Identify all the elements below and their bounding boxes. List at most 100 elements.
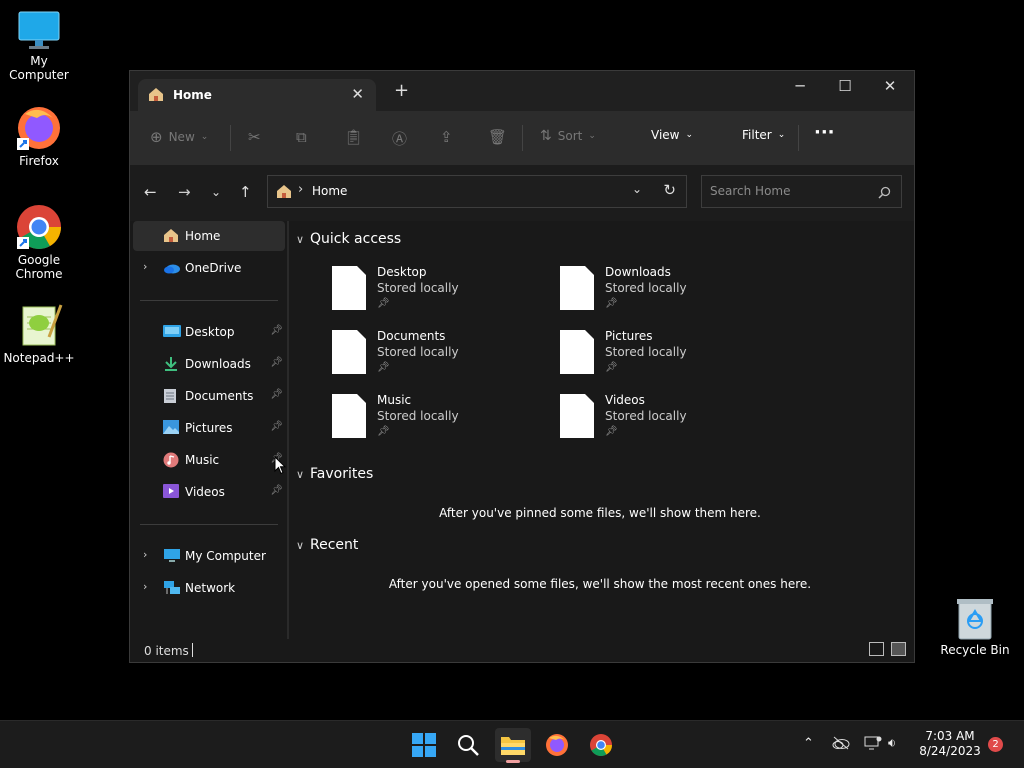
quick-access-item-desktop[interactable]: Desktop Stored locally 📌︎ — [331, 265, 531, 321]
command-bar: ⊕ New ⌄ ✂ ⧉ 📋︎ Ⓐ ⇪ 🗑︎ ⇅ Sort ⌄ View ⌄ Fi… — [130, 111, 914, 165]
filter-button[interactable]: Filter ⌄ — [742, 128, 785, 142]
sidebar-item-downloads[interactable]: Downloads 📌︎ — [133, 349, 285, 379]
taskbar-firefox[interactable] — [539, 728, 575, 762]
new-tab-button[interactable]: + — [394, 82, 409, 100]
desktop-icon-recycle-bin[interactable]: Recycle Bin — [936, 597, 1014, 657]
pin-icon[interactable]: 📌︎ — [270, 325, 283, 336]
quick-access-item-music[interactable]: Music Stored locally 📌︎ — [331, 393, 531, 449]
sidebar-item-network[interactable]: › Network — [133, 573, 285, 603]
paste-button[interactable]: 📋︎ — [344, 128, 363, 146]
tiles-view-button[interactable] — [891, 642, 906, 656]
sidebar-divider — [140, 524, 278, 525]
pin-icon[interactable]: 📌︎ — [270, 485, 283, 496]
copy-button[interactable]: ⧉ — [296, 128, 307, 146]
notification-badge[interactable]: 2 — [988, 737, 1003, 752]
chevron-right-icon[interactable]: › — [143, 580, 147, 593]
file-icon — [560, 266, 594, 310]
quick-access-item-downloads[interactable]: Downloads Stored locally 📌︎ — [559, 265, 759, 321]
desktop-icon-google-chrome[interactable]: Google Chrome — [0, 203, 78, 281]
pin-icon[interactable]: 📌︎ — [270, 421, 283, 432]
sidebar-item-onedrive[interactable]: › OneDrive — [133, 253, 285, 283]
search-input[interactable] — [710, 184, 870, 198]
sidebar-item-label: Music — [185, 453, 220, 467]
up-button[interactable]: ↑ — [239, 183, 252, 201]
pin-icon[interactable]: 📌︎ — [270, 357, 283, 368]
pin-icon: 📌︎ — [605, 362, 618, 373]
sidebar-item-home[interactable]: Home — [133, 221, 285, 251]
item-status: Stored locally — [605, 345, 687, 359]
section-recent[interactable]: ∨ Recent — [296, 537, 358, 553]
sidebar-item-label: My Computer — [185, 549, 266, 563]
close-window-button[interactable]: ✕ — [870, 77, 910, 95]
show-hidden-icons-chevron-up-icon[interactable]: ⌃ — [803, 736, 814, 751]
sidebar-divider — [140, 300, 278, 301]
file-icon — [332, 266, 366, 310]
recent-locations-button[interactable]: ⌄ — [211, 185, 221, 199]
taskbar-file-explorer[interactable] — [495, 728, 531, 763]
share-button[interactable]: ⇪ — [440, 128, 453, 146]
start-button[interactable] — [406, 728, 442, 762]
sort-button[interactable]: ⇅ Sort ⌄ — [540, 128, 596, 144]
sidebar-item-pictures[interactable]: Pictures 📌︎ — [133, 413, 285, 443]
item-status: Stored locally — [377, 281, 459, 295]
sidebar-item-my-computer[interactable]: › My Computer — [133, 541, 285, 571]
item-status: Stored locally — [377, 345, 459, 359]
chevron-right-icon[interactable]: › — [143, 260, 147, 273]
view-button[interactable]: View ⌄ — [651, 128, 693, 142]
chevron-down-icon: ⌄ — [588, 131, 596, 141]
sidebar-item-label: Documents — [185, 389, 254, 403]
chevron-right-icon: › — [298, 182, 304, 197]
taskbar-chrome[interactable] — [583, 728, 619, 762]
section-quick-access[interactable]: ∨ Quick access — [296, 231, 401, 247]
onedrive-offline-cloud-icon[interactable] — [832, 736, 850, 754]
chevron-down-icon: ∨ — [296, 539, 305, 552]
chevron-right-icon[interactable]: › — [143, 548, 147, 561]
network-status-icon[interactable] — [864, 736, 882, 754]
address-bar[interactable]: › Home ⌄ ↻ — [267, 175, 687, 208]
sidebar-splitter[interactable] — [287, 221, 289, 639]
desktop-icon-firefox[interactable]: Firefox — [0, 104, 78, 168]
search-icon — [878, 184, 891, 203]
section-favorites[interactable]: ∨ Favorites — [296, 466, 373, 482]
refresh-icon[interactable]: ↻ — [663, 181, 676, 199]
sidebar-item-label: Videos — [185, 485, 225, 499]
search-button[interactable] — [450, 728, 486, 762]
cut-button[interactable]: ✂ — [248, 128, 261, 146]
file-explorer-window: Home ✕ + ─ ☐ ✕ ⊕ New ⌄ ✂ ⧉ 📋︎ Ⓐ ⇪ 🗑︎ ⇅ S… — [129, 70, 915, 663]
volume-icon[interactable]: 🔉︎ — [888, 736, 896, 751]
new-button[interactable]: ⊕ New ⌄ — [150, 128, 208, 146]
back-button[interactable]: ← — [144, 183, 157, 201]
navigation-pane: Home › OneDrive Desktop 📌︎ Downloads 📌︎ … — [130, 221, 288, 639]
item-name: Desktop — [377, 265, 427, 279]
sidebar-item-label: Home — [185, 229, 221, 243]
sidebar-item-label: Network — [185, 581, 236, 595]
more-options-button[interactable]: ··· — [814, 122, 835, 143]
pin-icon: 📌︎ — [377, 362, 390, 373]
rename-button[interactable]: Ⓐ — [392, 128, 407, 149]
close-tab-icon[interactable]: ✕ — [351, 85, 364, 103]
quick-access-item-documents[interactable]: Documents Stored locally 📌︎ — [331, 329, 531, 385]
sidebar-item-videos[interactable]: Videos 📌︎ — [133, 477, 285, 507]
folder-icon — [501, 737, 525, 755]
item-name: Pictures — [605, 329, 653, 343]
pin-icon[interactable]: 📌︎ — [270, 389, 283, 400]
sidebar-item-music[interactable]: Music 📌︎ — [133, 445, 285, 475]
quick-access-item-pictures[interactable]: Pictures Stored locally 📌︎ — [559, 329, 759, 385]
maximize-button[interactable]: ☐ — [825, 77, 865, 95]
quick-access-item-videos[interactable]: Videos Stored locally 📌︎ — [559, 393, 759, 449]
taskbar: ⌃ 🔉︎ 7:03 AM 8/24/2023 2 — [0, 720, 1024, 768]
minimize-button[interactable]: ─ — [780, 77, 820, 95]
chevron-down-icon: ⌄ — [685, 130, 694, 140]
tab-home[interactable]: Home ✕ — [138, 79, 376, 111]
desktop-icon-notepad-plus-plus[interactable]: Notepad++ — [0, 303, 78, 365]
search-box[interactable] — [701, 175, 902, 208]
delete-button[interactable]: 🗑︎ — [488, 128, 507, 146]
address-dropdown-icon[interactable]: ⌄ — [632, 182, 642, 196]
sidebar-item-documents[interactable]: Documents 📌︎ — [133, 381, 285, 411]
desktop-icon-my-computer[interactable]: My Computer — [0, 10, 78, 82]
system-clock[interactable]: 7:03 AM 8/24/2023 — [912, 729, 988, 759]
forward-button[interactable]: → — [178, 183, 191, 201]
sidebar-item-desktop[interactable]: Desktop 📌︎ — [133, 317, 285, 347]
details-view-button[interactable] — [869, 642, 884, 656]
breadcrumb[interactable]: Home — [312, 184, 347, 198]
